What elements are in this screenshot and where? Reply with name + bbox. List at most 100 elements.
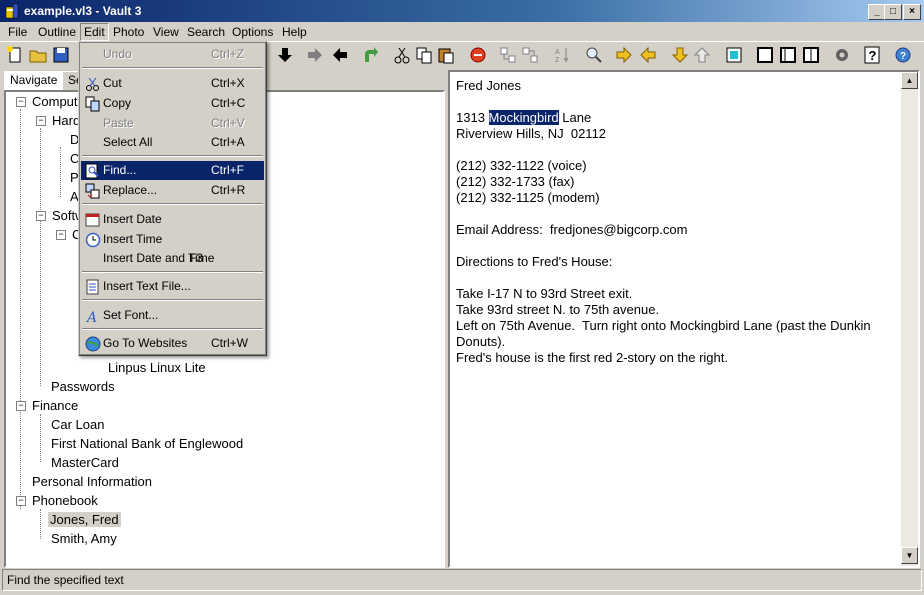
- note-text[interactable]: Fred Jones 1313 Mockingbird Lane Rivervi…: [456, 78, 892, 366]
- svg-text:?: ?: [869, 48, 877, 63]
- scroll-down-icon[interactable]: ▼: [901, 547, 918, 564]
- move-right-gray-icon[interactable]: [305, 45, 325, 65]
- jump-arrow-icon[interactable]: [360, 45, 380, 65]
- about-info-icon[interactable]: ?: [893, 45, 913, 65]
- menu-view[interactable]: View: [150, 24, 182, 40]
- tree-node-linpus[interactable]: Linpus Linux Lite: [108, 359, 206, 376]
- menu-item-insert-text-file[interactable]: Insert Text File...: [81, 277, 264, 296]
- scroll-up-icon[interactable]: ▲: [901, 72, 918, 89]
- svg-text:?: ?: [900, 51, 906, 62]
- tree-line: [40, 128, 41, 386]
- tree-node-jones-fred[interactable]: Jones, Fred: [48, 511, 121, 528]
- note-line: 1313 Mockingbird Lane: [456, 110, 592, 125]
- arrow-right-yellow-icon[interactable]: [614, 45, 634, 65]
- note-line: Take 93rd street N. to 75th avenue.: [456, 302, 660, 317]
- menu-item-go-to-websites[interactable]: Go To Websites Ctrl+W: [81, 334, 264, 353]
- help-question-icon[interactable]: ?: [862, 45, 882, 65]
- menu-item-find[interactable]: Find... Ctrl+F: [81, 161, 264, 180]
- menu-item-paste[interactable]: Paste Ctrl+V: [81, 114, 264, 133]
- menu-item-insert-time[interactable]: Insert Time: [81, 230, 264, 249]
- search-icon[interactable]: [584, 45, 604, 65]
- copy-icon[interactable]: [414, 45, 434, 65]
- layout-two-icon[interactable]: [778, 45, 798, 65]
- tree-line: [20, 109, 21, 509]
- note-line: [456, 238, 892, 254]
- tree-node-passwords[interactable]: Passwords: [51, 378, 115, 395]
- new-icon[interactable]: [5, 45, 25, 65]
- menu-separator: [82, 67, 263, 69]
- collapse-icon[interactable]: −: [16, 97, 26, 107]
- note-line: (212) 332-1122 (voice): [456, 158, 587, 173]
- collapse-icon[interactable]: −: [36, 211, 46, 221]
- tree-node-personal[interactable]: Personal Information: [32, 473, 152, 490]
- note-line: [456, 270, 892, 286]
- move-down-icon[interactable]: [275, 45, 295, 65]
- svg-text:Z: Z: [555, 57, 560, 64]
- vertical-scrollbar[interactable]: ▲ ▼: [901, 72, 918, 566]
- note-line: Riverview Hills, NJ 02112: [456, 126, 607, 141]
- title-bar: example.vl3 - Vault 3 _ □ ×: [0, 0, 924, 22]
- note-line: Email Address: fredjones@bigcorp.com: [456, 222, 688, 237]
- menu-item-set-font[interactable]: A Set Font...: [81, 306, 264, 325]
- tree-node-mastercard[interactable]: MasterCard: [51, 454, 119, 471]
- text-file-icon: [86, 279, 99, 295]
- arrow-down-yellow-icon[interactable]: [670, 45, 690, 65]
- window-title: example.vl3 - Vault 3: [24, 4, 142, 18]
- menu-search[interactable]: Search: [184, 24, 228, 40]
- settings-gear-icon[interactable]: [832, 45, 852, 65]
- menu-item-cut[interactable]: Cut Ctrl+X: [81, 74, 264, 93]
- collapse-icon[interactable]: −: [16, 496, 26, 506]
- tree-line: [40, 414, 41, 462]
- tree-node-bank[interactable]: First National Bank of Englewood: [51, 435, 243, 452]
- collapse-icon[interactable]: −: [56, 230, 66, 240]
- layout-single-icon[interactable]: [755, 45, 775, 65]
- menu-photo[interactable]: Photo: [110, 24, 147, 40]
- cut-icon[interactable]: [392, 45, 412, 65]
- note-line: (212) 332-1125 (modem): [456, 190, 600, 205]
- menu-separator: [82, 299, 263, 301]
- sort-icon[interactable]: AZ: [552, 45, 572, 65]
- expand-all-icon[interactable]: [498, 45, 518, 65]
- note-line: Donuts).: [456, 334, 506, 349]
- note-line: Left on 75th Avenue. Turn right onto Moc…: [456, 318, 871, 333]
- tree-node-smith-amy[interactable]: Smith, Amy: [51, 530, 117, 547]
- open-folder-icon[interactable]: [28, 45, 48, 65]
- paste-icon[interactable]: [436, 45, 456, 65]
- menu-item-replace[interactable]: Replace... Ctrl+R: [81, 181, 264, 200]
- menu-file[interactable]: File: [5, 24, 30, 40]
- move-left-icon[interactable]: [330, 45, 350, 65]
- collapse-all-icon[interactable]: [520, 45, 540, 65]
- layout-split-icon[interactable]: [801, 45, 821, 65]
- arrow-left-yellow-icon[interactable]: [638, 45, 658, 65]
- note-line: [456, 206, 892, 222]
- note-line: Directions to Fred's House:: [456, 254, 613, 269]
- collapse-icon[interactable]: −: [16, 401, 26, 411]
- close-button[interactable]: ×: [903, 4, 921, 20]
- menu-item-undo[interactable]: Undo Ctrl+Z: [81, 45, 264, 64]
- save-icon[interactable]: [51, 45, 71, 65]
- menu-outline[interactable]: Outline: [35, 24, 79, 40]
- menu-item-insert-date-time[interactable]: Insert Date and Time F3: [81, 249, 264, 268]
- cut-icon: [86, 77, 99, 91]
- arrow-up-gray-icon[interactable]: [692, 45, 712, 65]
- menu-item-copy[interactable]: Copy Ctrl+C: [81, 94, 264, 113]
- note-line: Fred Jones: [456, 78, 522, 93]
- menu-item-insert-date[interactable]: Insert Date: [81, 210, 264, 229]
- note-editor[interactable]: Fred Jones 1313 Mockingbird Lane Rivervi…: [448, 70, 920, 568]
- menu-edit[interactable]: Edit: [80, 23, 109, 41]
- note-line: Take I-17 N to 93rd Street exit.: [456, 286, 633, 301]
- status-bar: Find the specified text: [2, 569, 922, 591]
- collapse-icon[interactable]: −: [36, 116, 46, 126]
- delete-icon[interactable]: [468, 45, 488, 65]
- menu-help[interactable]: Help: [279, 24, 310, 40]
- copy-icon: [85, 96, 100, 112]
- tree-node-car-loan[interactable]: Car Loan: [51, 416, 104, 433]
- svg-text:A: A: [555, 49, 560, 56]
- menu-options[interactable]: Options: [229, 24, 276, 40]
- maximize-button[interactable]: □: [884, 4, 902, 20]
- menu-item-select-all[interactable]: Select All Ctrl+A: [81, 133, 264, 152]
- tab-navigate[interactable]: Navigate: [4, 71, 64, 92]
- cyan-box-icon[interactable]: [724, 45, 744, 65]
- status-text: Find the specified text: [7, 573, 124, 587]
- menu-separator: [82, 271, 263, 273]
